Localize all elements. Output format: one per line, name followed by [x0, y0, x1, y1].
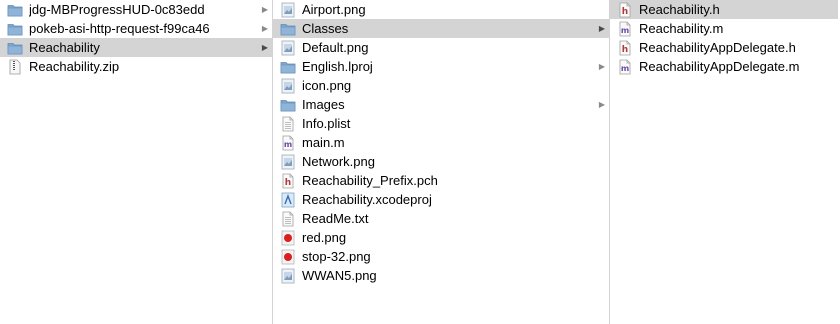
- file-row[interactable]: icon.png: [273, 76, 609, 95]
- folder-icon: [7, 40, 23, 56]
- file-row[interactable]: Network.png: [273, 152, 609, 171]
- file-name: Default.png: [302, 40, 369, 55]
- svg-text:h: h: [622, 45, 628, 55]
- file-row[interactable]: jdg-MBProgressHUD-0c83edd ▶: [0, 0, 272, 19]
- file-row[interactable]: Images ▶: [273, 95, 609, 114]
- chevron-right-icon: ▶: [598, 100, 606, 109]
- file-row[interactable]: m Reachability.m: [610, 19, 838, 38]
- file-row[interactable]: Reachability.xcodeproj: [273, 190, 609, 209]
- folder-icon: [280, 97, 296, 113]
- file-name: Info.plist: [302, 116, 351, 131]
- svg-text:m: m: [621, 64, 629, 73]
- m-file-icon: m: [617, 59, 633, 75]
- image-file-icon: [280, 268, 296, 284]
- image-file-icon: [280, 2, 296, 18]
- file-name: ReachabilityAppDelegate.m: [639, 59, 800, 74]
- file-row[interactable]: Classes ▶: [273, 19, 609, 38]
- file-row[interactable]: English.lproj ▶: [273, 57, 609, 76]
- file-row[interactable]: h Reachability.h: [610, 0, 838, 19]
- column-1[interactable]: jdg-MBProgressHUD-0c83edd ▶ pokeb-asi-http…: [0, 0, 273, 324]
- file-name: Network.png: [302, 154, 375, 169]
- chevron-right-icon: ▶: [261, 43, 269, 52]
- m-file-icon: m: [617, 21, 633, 37]
- svg-text:m: m: [284, 140, 292, 149]
- file-name: Reachability.zip: [29, 59, 120, 74]
- image-file-icon: [280, 78, 296, 94]
- text-file-icon: [280, 211, 296, 227]
- file-row[interactable]: Info.plist: [273, 114, 609, 133]
- file-name: WWAN5.png: [302, 268, 377, 283]
- column-3[interactable]: h Reachability.h m Reachability.m h Reachabil…: [610, 0, 838, 324]
- file-row[interactable]: m main.m: [273, 133, 609, 152]
- chevron-right-icon: ▶: [261, 24, 269, 33]
- file-row[interactable]: pokeb-asi-http-request-f99ca46 ▶: [0, 19, 272, 38]
- file-name: English.lproj: [302, 59, 373, 74]
- folder-icon: [280, 21, 296, 37]
- file-name: Reachability: [29, 40, 100, 55]
- file-name: pokeb-asi-http-request-f99ca46: [29, 21, 210, 36]
- file-name: red.png: [302, 230, 347, 245]
- image-file-icon: [280, 154, 296, 170]
- zip-file-icon: [7, 59, 23, 75]
- chevron-right-icon: ▶: [598, 62, 606, 71]
- folder-icon: [280, 59, 296, 75]
- svg-text:h: h: [285, 178, 291, 188]
- file-name: Airport.png: [302, 2, 366, 17]
- image-file-icon: [280, 40, 296, 56]
- file-row[interactable]: Reachability ▶: [0, 38, 272, 57]
- column-2[interactable]: Airport.png Classes ▶ Default.png English.lp…: [273, 0, 610, 324]
- file-row[interactable]: Airport.png: [273, 0, 609, 19]
- file-name: Classes: [302, 21, 349, 36]
- file-name: stop-32.png: [302, 249, 371, 264]
- file-row[interactable]: red.png: [273, 228, 609, 247]
- svg-text:h: h: [622, 7, 628, 17]
- file-name: jdg-MBProgressHUD-0c83edd: [29, 2, 205, 17]
- column-browser: jdg-MBProgressHUD-0c83edd ▶ pokeb-asi-http…: [0, 0, 840, 324]
- plist-file-icon: [280, 116, 296, 132]
- file-row[interactable]: m ReachabilityAppDelegate.m: [610, 57, 838, 76]
- file-row[interactable]: h Reachability_Prefix.pch: [273, 171, 609, 190]
- red-dot-image-icon: [280, 230, 296, 246]
- chevron-right-icon: ▶: [598, 24, 606, 33]
- file-row[interactable]: Reachability.zip: [0, 57, 272, 76]
- red-dot-image-icon: [280, 249, 296, 265]
- file-name: ReadMe.txt: [302, 211, 369, 226]
- h-file-icon: h: [280, 173, 296, 189]
- file-row[interactable]: Default.png: [273, 38, 609, 57]
- m-file-icon: m: [280, 135, 296, 151]
- file-name: main.m: [302, 135, 345, 150]
- chevron-right-icon: ▶: [261, 5, 269, 14]
- file-name: Reachability.xcodeproj: [302, 192, 432, 207]
- folder-icon: [7, 21, 23, 37]
- file-row[interactable]: ReadMe.txt: [273, 209, 609, 228]
- file-row[interactable]: h ReachabilityAppDelegate.h: [610, 38, 838, 57]
- svg-text:m: m: [621, 26, 629, 35]
- file-name: ReachabilityAppDelegate.h: [639, 40, 796, 55]
- file-name: Reachability.m: [639, 21, 724, 36]
- h-file-icon: h: [617, 2, 633, 18]
- h-file-icon: h: [617, 40, 633, 56]
- file-name: Images: [302, 97, 345, 112]
- file-name: Reachability.h: [639, 2, 720, 17]
- folder-icon: [7, 2, 23, 18]
- file-name: icon.png: [302, 78, 352, 93]
- xcodeproj-file-icon: [280, 192, 296, 208]
- file-row[interactable]: WWAN5.png: [273, 266, 609, 285]
- file-row[interactable]: stop-32.png: [273, 247, 609, 266]
- file-name: Reachability_Prefix.pch: [302, 173, 438, 188]
